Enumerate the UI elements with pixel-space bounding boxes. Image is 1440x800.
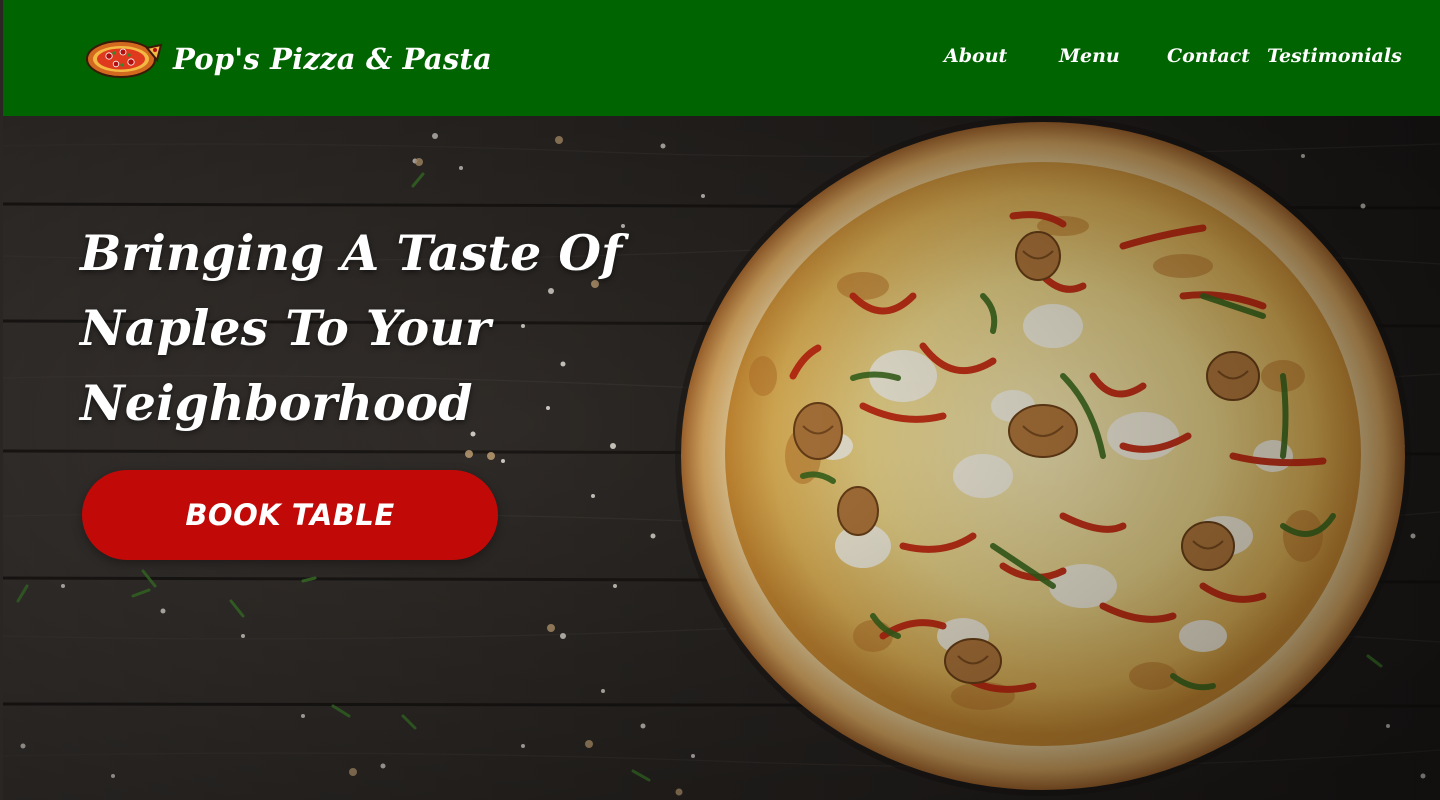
nav-link-menu[interactable]: Menu (1059, 40, 1120, 72)
hero-headline: Bringing A Taste Of Naples To Your Neigh… (80, 224, 623, 432)
hero-section: Bringing A Taste Of Naples To Your Neigh… (3, 116, 1440, 800)
main-nav: About Menu Contact Testimonials (3, 40, 1440, 72)
site-header: Pop's Pizza & Pasta About Menu Contact T… (3, 0, 1440, 116)
book-table-button[interactable]: BOOK TABLE (82, 470, 498, 560)
nav-link-about[interactable]: About (944, 40, 1007, 72)
nav-link-testimonials[interactable]: Testimonials (1267, 40, 1402, 72)
nav-link-contact[interactable]: Contact (1167, 40, 1250, 72)
landing-page: Pop's Pizza & Pasta About Menu Contact T… (0, 0, 1440, 800)
